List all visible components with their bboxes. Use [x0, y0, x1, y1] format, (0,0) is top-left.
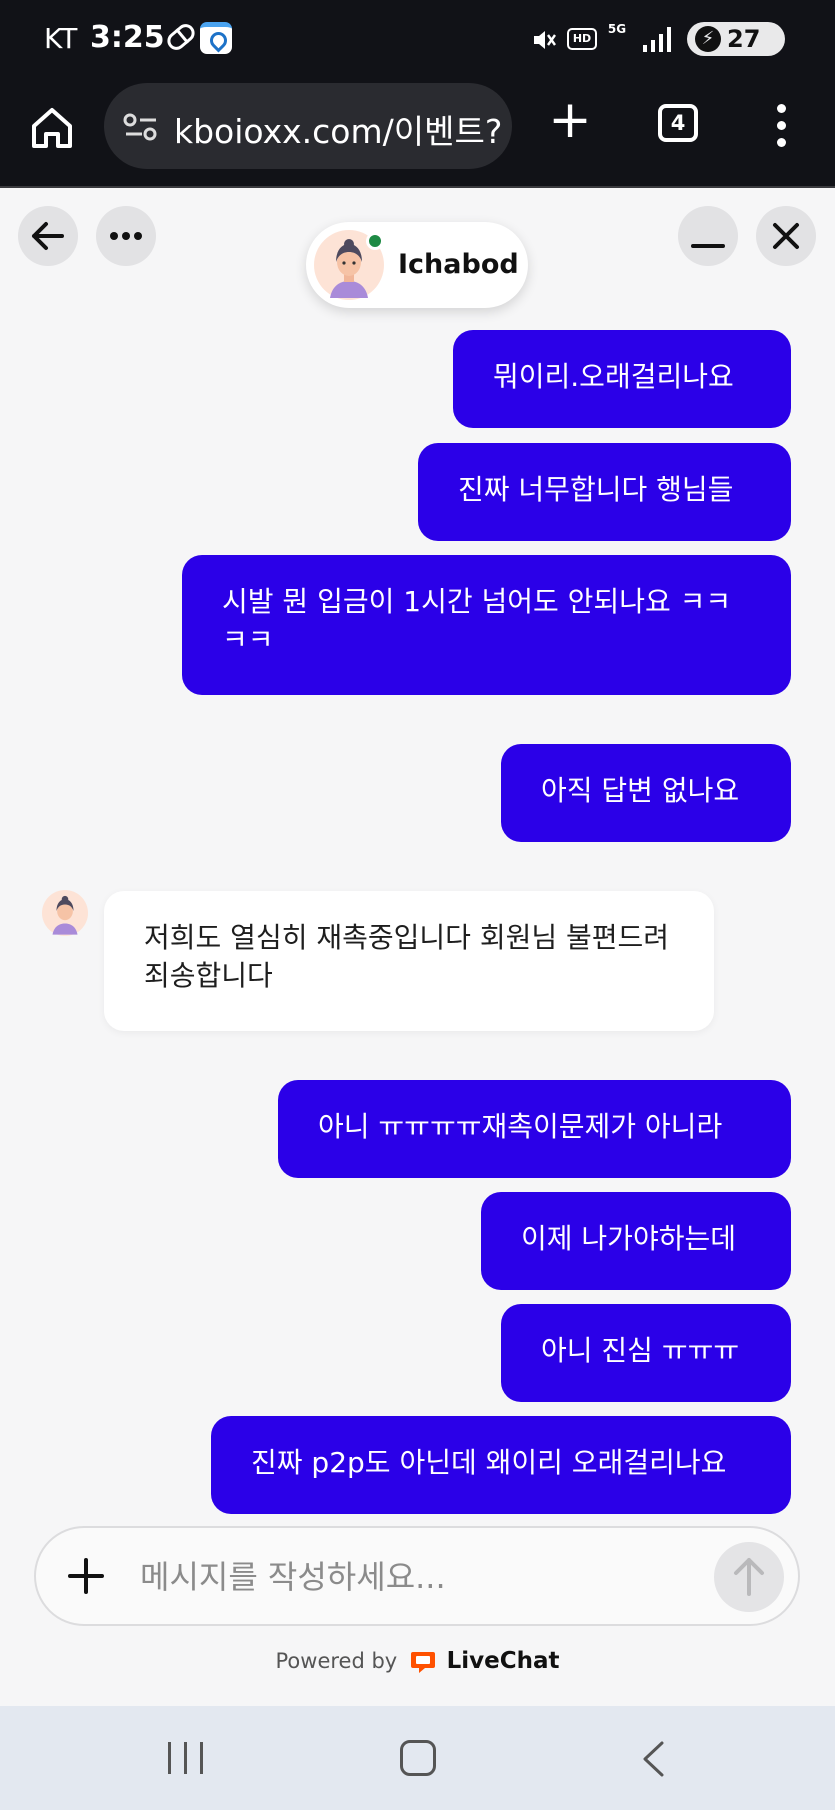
arrow-up-icon	[734, 1558, 764, 1596]
status-bar: KT 3:25 HD 5G ⚡ 27	[0, 0, 835, 80]
minimize-button[interactable]	[678, 206, 738, 266]
message-bubble: 아니 ㅠㅠㅠㅠ재촉이문제가 아니라	[278, 1080, 791, 1178]
message-bubble: 이제 나가야하는데	[481, 1192, 791, 1290]
home-icon[interactable]	[28, 104, 76, 152]
mute-icon	[534, 31, 556, 49]
message-bubble: 진짜 너무합니다 행님들	[418, 443, 791, 541]
message-bubble: 아니 진심 ㅠㅠㅠ	[501, 1304, 791, 1402]
livechat-logo-icon	[410, 1652, 435, 1673]
send-button[interactable]	[714, 1542, 784, 1612]
location-app-icon	[200, 22, 232, 54]
message-bubble: 시발 뭔 입금이 1시간 넘어도 안되나요 ㅋㅋㅋㅋ	[182, 555, 791, 695]
signal-icon	[643, 26, 675, 52]
charging-icon: ⚡	[695, 26, 721, 52]
more-options-button[interactable]	[96, 206, 156, 266]
online-status-dot	[366, 232, 384, 250]
site-settings-icon[interactable]	[122, 111, 160, 143]
agent-message-bubble: 저희도 열심히 재촉중입니다 회원님 불편드려 죄송합니다	[104, 891, 714, 1031]
agent-name: Ichabod	[398, 249, 519, 280]
minimize-icon	[691, 244, 725, 248]
message-input[interactable]	[140, 1552, 630, 1602]
address-bar[interactable]: kboioxx.com/이벤트?a	[104, 83, 512, 169]
agent-avatar-small	[42, 890, 88, 936]
back-button[interactable]	[18, 206, 78, 266]
ellipsis-icon	[110, 232, 142, 240]
home-nav-icon[interactable]	[400, 1740, 436, 1776]
powered-by-label: Powered by	[275, 1649, 398, 1673]
browser-menu-button[interactable]	[774, 104, 790, 148]
status-time: 3:25	[90, 20, 165, 55]
recent-apps-icon[interactable]	[168, 1742, 206, 1774]
message-composer	[34, 1526, 800, 1626]
chat-window: Ichabod 뭐이리.오래걸리나요 진짜 너무합니다 행님들 시발 뭔 입금이…	[0, 190, 835, 1705]
message-bubble: 뭐이리.오래걸리나요	[453, 330, 791, 428]
new-tab-button[interactable]: +	[548, 94, 592, 146]
tab-switcher-button[interactable]: 4	[658, 104, 698, 142]
pill-icon	[163, 20, 199, 54]
livechat-brand: LiveChat	[446, 1648, 560, 1674]
plus-icon[interactable]	[66, 1556, 106, 1596]
agent-header: Ichabod	[306, 222, 528, 308]
arrow-left-icon	[32, 222, 64, 250]
close-button[interactable]	[756, 206, 816, 266]
url-text[interactable]: kboioxx.com/이벤트?a	[174, 105, 504, 153]
back-nav-icon[interactable]	[640, 1740, 666, 1778]
message-bubble: 아직 답변 없나요	[501, 744, 791, 842]
hd-icon: HD	[567, 28, 597, 50]
powered-by-footer[interactable]: Powered by LiveChat	[0, 1648, 835, 1674]
battery-indicator: ⚡ 27	[687, 22, 785, 56]
carrier-name: KT	[44, 22, 78, 55]
browser-toolbar: kboioxx.com/이벤트?a + 4	[0, 80, 835, 188]
battery-level: 27	[727, 25, 761, 53]
system-navigation-bar	[0, 1706, 835, 1810]
network-5g-icon: 5G	[607, 22, 627, 36]
message-bubble: 진짜 p2p도 아닌데 왜이리 오래걸리나요	[211, 1416, 791, 1514]
close-icon	[773, 223, 799, 249]
